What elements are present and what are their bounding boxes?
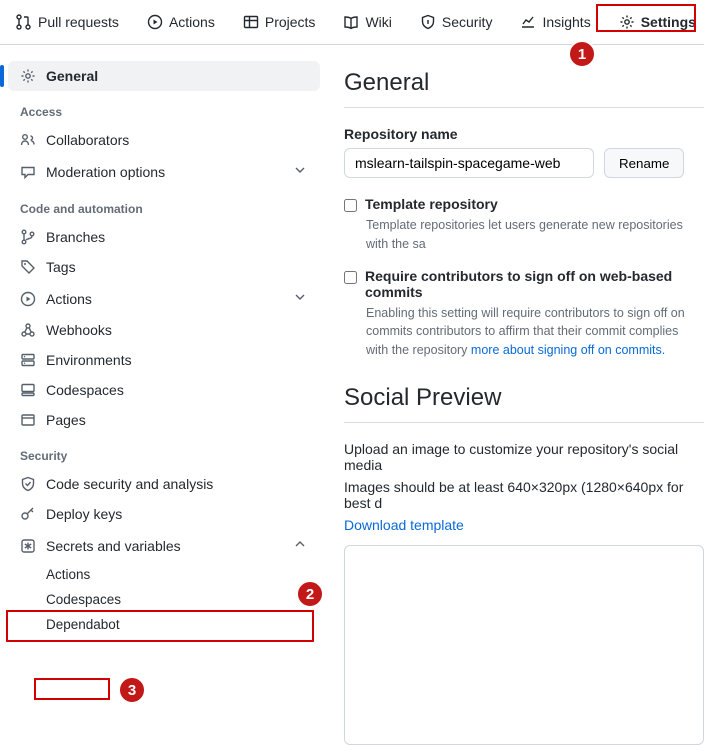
chevron-up-icon [292, 536, 308, 555]
graph-icon [520, 14, 536, 30]
signoff-label: Require contributors to sign off on web-… [365, 268, 704, 300]
repo-name-label: Repository name [344, 126, 704, 142]
browser-icon [20, 412, 36, 428]
play-circle-icon [20, 291, 36, 307]
signoff-checkbox[interactable] [344, 271, 357, 284]
codespaces-icon [20, 382, 36, 398]
tab-label: Insights [542, 14, 590, 30]
sidebar-item-label: Deploy keys [46, 506, 122, 522]
play-circle-icon [147, 14, 163, 30]
gear-icon [20, 68, 36, 84]
sidebar-group-code: Code and automation [8, 188, 320, 222]
sidebar-sub-actions[interactable]: Actions [8, 562, 320, 587]
social-preview-dims: Images should be at least 640×320px (128… [344, 479, 704, 511]
sidebar-group-access: Access [8, 91, 320, 125]
template-repo-checkbox[interactable] [344, 199, 357, 212]
chevron-down-icon [292, 162, 308, 181]
tab-insights[interactable]: Insights [510, 8, 600, 36]
tab-label: Settings [641, 14, 696, 30]
sidebar-group-security: Security [8, 435, 320, 469]
tab-security[interactable]: Security [410, 8, 503, 36]
social-preview-desc: Upload an image to customize your reposi… [344, 441, 704, 473]
template-repo-desc: Template repositories let users generate… [366, 216, 704, 254]
sidebar-item-actions[interactable]: Actions [8, 282, 320, 315]
tab-projects[interactable]: Projects [233, 8, 326, 36]
sidebar-item-codespaces[interactable]: Codespaces [8, 375, 320, 405]
tab-actions[interactable]: Actions [137, 8, 225, 36]
settings-sidebar: General Access Collaborators Moderation … [0, 45, 320, 745]
sidebar-item-label: Secrets and variables [46, 538, 181, 554]
shield-check-icon [20, 476, 36, 492]
sidebar-item-label: Code security and analysis [46, 476, 213, 492]
git-pull-icon [16, 14, 32, 30]
server-icon [20, 352, 36, 368]
tab-label: Wiki [365, 14, 391, 30]
chevron-down-icon [292, 289, 308, 308]
asterisk-icon [20, 538, 36, 554]
settings-content: General Repository name Rename Template … [320, 45, 704, 745]
sidebar-item-label: Tags [46, 259, 76, 275]
tab-settings[interactable]: Settings [609, 8, 704, 36]
table-icon [243, 14, 259, 30]
sidebar-item-secrets[interactable]: Secrets and variables [8, 529, 320, 562]
sidebar-sub-dependabot[interactable]: Dependabot [8, 612, 320, 637]
repo-name-input[interactable] [344, 148, 594, 178]
sidebar-item-environments[interactable]: Environments [8, 345, 320, 375]
tab-pull-requests[interactable]: Pull requests [6, 8, 129, 36]
tab-wiki[interactable]: Wiki [333, 8, 401, 36]
tab-label: Actions [169, 14, 215, 30]
sidebar-item-label: Environments [46, 352, 132, 368]
sidebar-item-tags[interactable]: Tags [8, 252, 320, 282]
sidebar-item-label: Moderation options [46, 164, 165, 180]
general-heading: General [344, 69, 704, 108]
tag-icon [20, 259, 36, 275]
sidebar-item-deploy-keys[interactable]: Deploy keys [8, 499, 320, 529]
sidebar-item-label: Pages [46, 412, 86, 428]
branch-icon [20, 229, 36, 245]
sidebar-item-pages[interactable]: Pages [8, 405, 320, 435]
book-icon [343, 14, 359, 30]
template-repo-label: Template repository [365, 196, 498, 212]
sidebar-item-label: Collaborators [46, 132, 129, 148]
sidebar-item-webhooks[interactable]: Webhooks [8, 315, 320, 345]
rename-button[interactable]: Rename [604, 148, 684, 178]
sidebar-item-label: Codespaces [46, 382, 124, 398]
signoff-desc: Enabling this setting will require contr… [366, 304, 704, 360]
signoff-learn-more-link[interactable]: more about signing off on commits. [471, 343, 665, 357]
sidebar-item-label: General [46, 68, 98, 84]
shield-icon [420, 14, 436, 30]
repo-top-nav: Pull requests Actions Projects Wiki Secu… [0, 0, 704, 45]
gear-icon [619, 14, 635, 30]
social-preview-heading: Social Preview [344, 384, 704, 423]
key-icon [20, 506, 36, 522]
people-icon [20, 132, 36, 148]
sidebar-item-branches[interactable]: Branches [8, 222, 320, 252]
download-template-link[interactable]: Download template [344, 517, 704, 533]
sidebar-item-label: Webhooks [46, 322, 112, 338]
sidebar-item-general[interactable]: General [8, 61, 320, 91]
sidebar-item-label: Actions [46, 291, 92, 307]
sidebar-item-label: Branches [46, 229, 105, 245]
sidebar-item-moderation[interactable]: Moderation options [8, 155, 320, 188]
comment-icon [20, 164, 36, 180]
sidebar-sub-codespaces[interactable]: Codespaces [8, 587, 320, 612]
sidebar-item-collaborators[interactable]: Collaborators [8, 125, 320, 155]
webhook-icon [20, 322, 36, 338]
tab-label: Projects [265, 14, 316, 30]
social-preview-dropzone[interactable] [344, 545, 704, 745]
tab-label: Security [442, 14, 493, 30]
sidebar-item-code-security[interactable]: Code security and analysis [8, 469, 320, 499]
tab-label: Pull requests [38, 14, 119, 30]
